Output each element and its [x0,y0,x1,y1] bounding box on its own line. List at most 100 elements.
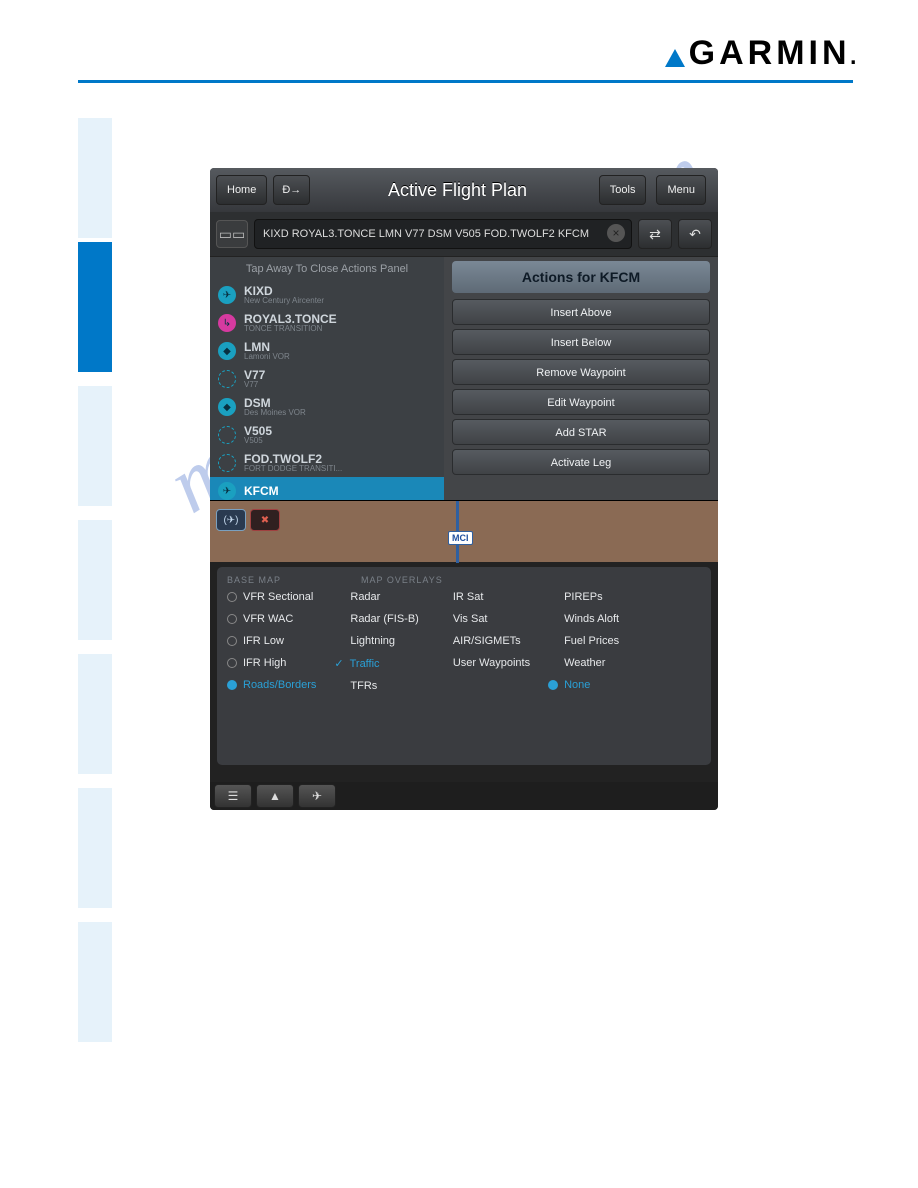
map-label-mci: MCI [448,531,473,545]
overlay-column-3: PIREPs Winds Aloft Fuel Prices Weather N… [548,591,619,692]
brand-dot-icon: . [849,34,858,73]
overlay-column-2: IR Sat Vis Sat AIR/SIGMETs User Waypoint… [437,591,530,692]
star-icon [218,454,236,472]
home-button[interactable]: Home [216,175,267,205]
opt-user-waypoints[interactable]: User Waypoints [437,657,530,669]
waypoint-item[interactable]: ◆ DSM Des Moines VOR [210,393,444,421]
route-row: ▭▭ KIXD ROYAL3.TONCE LMN V77 DSM V505 FO… [210,212,718,256]
nav-tab-5[interactable] [78,654,112,774]
close-hint: Tap Away To Close Actions Panel [210,257,444,281]
opt-vfr-wac[interactable]: VFR WAC [227,613,316,625]
traffic-off-badge[interactable]: ✖ [250,509,280,531]
opt-ifr-low[interactable]: IFR Low [227,635,316,647]
overlay-column-1: Radar Radar (FIS-B) Lightning ✓Traffic T… [334,591,418,692]
mountain-icon: ▲ [269,789,281,803]
waypoint-desc: Des Moines VOR [244,409,306,417]
reverse-route-button[interactable]: ⇄ [638,219,672,249]
edit-waypoint-button[interactable]: Edit Waypoint [452,389,710,415]
nav-tab-6[interactable] [78,788,112,908]
waypoint-item[interactable]: V77 V77 [210,365,444,393]
waypoint-desc: FORT DODGE TRANSITI... [244,465,342,473]
airway-icon [218,426,236,444]
insert-below-button[interactable]: Insert Below [452,329,710,355]
waypoint-item[interactable]: ↳ ROYAL3.TONCE TONCE TRANSITION [210,309,444,337]
brand-logo: GARMIN . [665,34,858,73]
map-toolbar: ☰ ▲ ✈ [210,782,718,810]
tools-button[interactable]: Tools [599,175,647,205]
vor-icon: ◆ [218,398,236,416]
opt-ir-sat[interactable]: IR Sat [437,591,530,603]
bookmarks-button[interactable]: ▭▭ [216,220,248,248]
opt-vfr-sectional[interactable]: VFR Sectional [227,591,316,603]
opt-ifr-high[interactable]: IFR High [227,657,316,669]
clear-route-button[interactable]: × [607,224,625,242]
menu-button[interactable]: Menu [656,175,706,205]
vor-icon: ◆ [218,342,236,360]
route-text: KIXD ROYAL3.TONCE LMN V77 DSM V505 FOD.T… [263,228,589,240]
opt-lightning[interactable]: Lightning [334,635,418,647]
airport-icon: ✈ [218,286,236,304]
page-title: Active Flight Plan [316,180,598,201]
remove-waypoint-button[interactable]: Remove Waypoint [452,359,710,385]
check-icon: ✓ [334,657,343,670]
opt-vis-sat[interactable]: Vis Sat [437,613,530,625]
base-map-column: VFR Sectional VFR WAC IFR Low IFR High R… [227,591,316,692]
actions-title: Actions for KFCM [452,261,710,293]
waypoint-desc: V77 [244,381,265,389]
swap-icon: ⇄ [649,226,661,243]
waypoint-code: KFCM [244,485,279,497]
header-rule [78,80,853,83]
waypoint-desc: TONCE TRANSITION [244,325,337,333]
app-screenshot: Home Ð→ Active Flight Plan Tools Menu ▭▭… [210,168,718,810]
flightplan-panel: Tap Away To Close Actions Panel ✈ KIXD N… [210,256,718,500]
waypoint-desc: Lamoni VOR [244,353,290,361]
direct-to-button[interactable]: Ð→ [273,175,310,205]
waypoint-item-selected[interactable]: ✈ KFCM [210,477,444,500]
activate-leg-button[interactable]: Activate Leg [452,449,710,475]
opt-pireps[interactable]: PIREPs [548,591,619,603]
opt-tfrs[interactable]: TFRs [334,680,418,692]
brand-text: GARMIN [689,34,851,73]
opt-fuel-prices[interactable]: Fuel Prices [548,635,619,647]
waypoint-desc: New Century Aircenter [244,297,324,305]
book-icon: ▭▭ [219,226,245,243]
nav-tab-2[interactable] [78,242,112,372]
waypoint-item[interactable]: ✈ KIXD New Century Aircenter [210,281,444,309]
nav-tab-1[interactable] [78,118,112,238]
waypoint-item[interactable]: V505 V505 [210,421,444,449]
undo-icon: ↶ [689,226,701,243]
opt-roads-borders[interactable]: Roads/Borders [227,679,316,691]
insert-above-button[interactable]: Insert Above [452,299,710,325]
overlays-heading: MAP OVERLAYS [361,575,443,585]
left-nav [78,114,112,1042]
map-preview[interactable]: (✈) ✖ MCI [210,500,718,562]
opt-radar[interactable]: Radar [334,591,418,603]
titlebar: Home Ð→ Active Flight Plan Tools Menu [210,168,718,212]
opt-none[interactable]: None [548,679,619,691]
sid-icon: ↳ [218,314,236,332]
opt-radar-fisb[interactable]: Radar (FIS-B) [334,613,418,625]
terrain-button[interactable]: ▲ [256,784,294,808]
nav-tab-7[interactable] [78,922,112,1042]
opt-air-sigmets[interactable]: AIR/SIGMETs [437,635,530,647]
map-options-panel: BASE MAP MAP OVERLAYS VFR Sectional VFR … [216,566,712,766]
waypoint-list: Tap Away To Close Actions Panel ✈ KIXD N… [210,257,444,500]
nav-tab-3[interactable] [78,386,112,506]
waypoint-item[interactable]: FOD.TWOLF2 FORT DODGE TRANSITI... [210,449,444,477]
add-star-button[interactable]: Add STAR [452,419,710,445]
waypoint-desc: V505 [244,437,272,445]
airport-icon: ✈ [218,482,236,500]
brand-delta-icon [665,49,685,67]
undo-button[interactable]: ↶ [678,219,712,249]
layers-icon: ☰ [228,789,239,803]
actions-panel: Actions for KFCM Insert Above Insert Bel… [444,257,718,500]
waypoint-item[interactable]: ◆ LMN Lamoni VOR [210,337,444,365]
opt-traffic[interactable]: ✓Traffic [334,657,418,670]
traffic-badge[interactable]: (✈) [216,509,246,531]
opt-weather[interactable]: Weather [548,657,619,669]
route-input[interactable]: KIXD ROYAL3.TONCE LMN V77 DSM V505 FOD.T… [254,219,632,249]
opt-winds-aloft[interactable]: Winds Aloft [548,613,619,625]
ownship-button[interactable]: ✈ [298,784,336,808]
layers-button[interactable]: ☰ [214,784,252,808]
nav-tab-4[interactable] [78,520,112,640]
